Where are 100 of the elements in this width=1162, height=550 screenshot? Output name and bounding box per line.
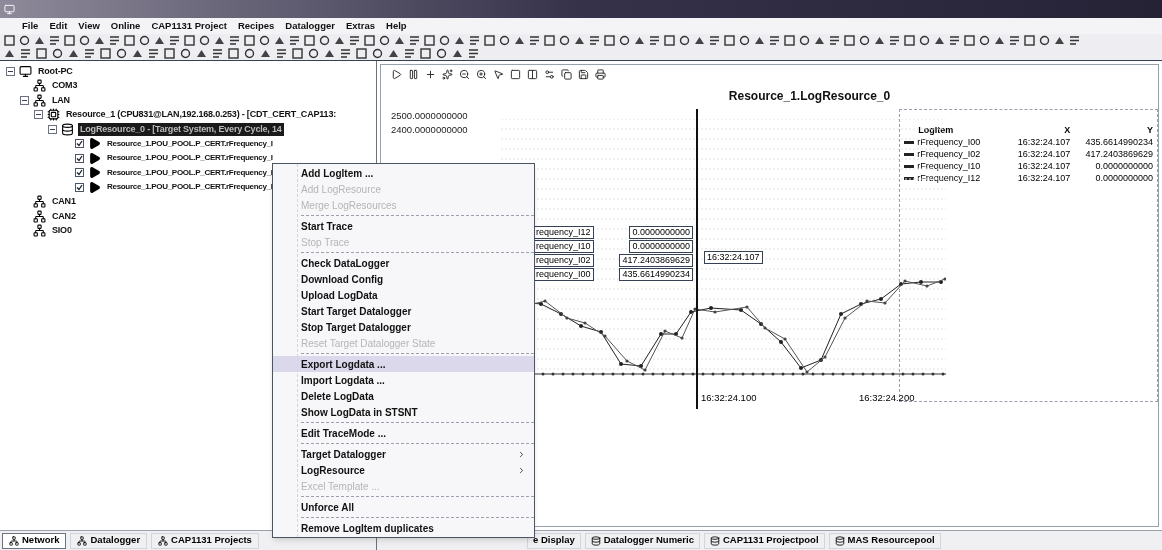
sparkle-icon[interactable] <box>442 68 453 80</box>
tool-icon[interactable] <box>589 35 600 46</box>
tool-icon[interactable] <box>409 35 420 46</box>
menu-bar-item[interactable]: Datalogger <box>285 18 335 34</box>
tool-icon[interactable] <box>164 48 175 59</box>
tree-item[interactable]: Resource_1.POU_POOL.P_CERT.rFrequency_I <box>105 181 275 194</box>
tool-icon[interactable] <box>468 48 479 59</box>
menu-item[interactable]: LogResource <box>273 462 534 478</box>
tool-icon[interactable] <box>664 35 675 46</box>
tool-icon[interactable] <box>372 48 383 59</box>
menu-bar-item[interactable]: File <box>22 18 39 34</box>
tool-icon[interactable] <box>319 35 330 46</box>
checkbox[interactable] <box>75 182 84 192</box>
menu-bar-item[interactable]: View <box>78 18 100 34</box>
collapse-toggle[interactable] <box>48 124 57 134</box>
collapse-toggle[interactable] <box>20 95 29 105</box>
tool-icon[interactable] <box>292 48 303 59</box>
tool-icon[interactable] <box>304 35 315 46</box>
checkbox[interactable] <box>75 168 84 178</box>
tool-icon[interactable] <box>229 35 240 46</box>
menu-item[interactable]: Import Logdata ... <box>273 372 534 388</box>
tool-icon[interactable] <box>212 48 223 59</box>
menu-bar-item[interactable]: Help <box>386 18 407 34</box>
tree-item[interactable]: COM3 <box>50 79 80 93</box>
panel-tab[interactable]: CAP1131 Projects <box>151 532 259 549</box>
tool-icon[interactable] <box>148 48 159 59</box>
tool-icon[interactable] <box>949 35 960 46</box>
tool-icon[interactable] <box>469 35 480 46</box>
tool-icon[interactable] <box>20 48 31 59</box>
tool-icon[interactable] <box>109 35 120 46</box>
tool-icon[interactable] <box>439 35 450 46</box>
tool-icon[interactable] <box>404 48 415 59</box>
tool-icon[interactable] <box>116 48 127 59</box>
tree-item[interactable]: Root-PC <box>36 64 75 78</box>
tree-item[interactable]: CAN2 <box>50 209 78 223</box>
tool-icon[interactable] <box>499 35 510 46</box>
collapse-toggle[interactable] <box>34 110 43 120</box>
tool-icon[interactable] <box>36 48 47 59</box>
menu-item[interactable]: Show LogData in STSNT <box>273 404 534 420</box>
menu-item[interactable]: Check DataLogger <box>273 255 534 271</box>
tool-icon[interactable] <box>289 35 300 46</box>
panel-tab[interactable]: Datalogger <box>70 532 148 549</box>
settings-icon[interactable] <box>544 68 555 80</box>
panel-tab[interactable]: Network <box>2 532 67 549</box>
menu-item[interactable]: Delete LogData <box>273 388 534 404</box>
pause-icon[interactable] <box>408 68 419 80</box>
tool-icon[interactable] <box>356 48 367 59</box>
tool-icon[interactable] <box>784 35 795 46</box>
menu-bar-item[interactable]: Online <box>110 18 141 34</box>
menu-item[interactable]: Download Config <box>273 271 534 287</box>
tool-icon[interactable] <box>84 48 95 59</box>
menu-item[interactable]: Unforce All <box>273 499 534 515</box>
menu-bar-item[interactable]: CAP1131 Project <box>151 18 227 34</box>
menu-bar-item[interactable]: Recipes <box>237 18 275 34</box>
tool-icon[interactable] <box>64 35 75 46</box>
tool-icon[interactable] <box>228 48 239 59</box>
menu-item[interactable]: Start Target Datalogger <box>273 303 534 319</box>
tool-icon[interactable] <box>19 35 30 46</box>
tool-icon[interactable] <box>1039 35 1050 46</box>
tool-icon[interactable] <box>308 48 319 59</box>
menu-item[interactable]: Target Datalogger <box>273 446 534 462</box>
tool-icon[interactable] <box>829 35 840 46</box>
tool-icon[interactable] <box>340 48 351 59</box>
tool-icon[interactable] <box>769 35 780 46</box>
tool-icon[interactable] <box>244 35 255 46</box>
tool-icon[interactable] <box>364 35 375 46</box>
tree-item[interactable]: Resource_1 (CPU831@LAN,192.168.0.253) - [CDT_CERT_CAP113: <box>64 108 338 122</box>
panel-tab[interactable]: Datalogger Numeric <box>584 532 700 549</box>
play-icon[interactable] <box>391 68 402 80</box>
cursor-split-icon[interactable] <box>527 68 538 80</box>
tool-icon[interactable] <box>679 35 690 46</box>
menu-item[interactable]: Upload LogData <box>273 287 534 303</box>
tool-icon[interactable] <box>799 35 810 46</box>
tool-icon[interactable] <box>244 48 255 59</box>
save-icon[interactable] <box>578 68 589 80</box>
menu-item[interactable]: Stop Target Datalogger <box>273 319 534 335</box>
tree-item[interactable]: LogResource_0 - [Target System, Every Cycle, 14 <box>78 122 284 136</box>
menu-item[interactable]: Edit TraceMode ... <box>273 425 534 441</box>
tool-icon[interactable] <box>436 48 447 59</box>
tree-item[interactable]: Resource_1.POU_POOL.P_CERT.rFrequency_I <box>105 137 275 150</box>
tool-icon[interactable] <box>420 48 431 59</box>
tool-icon[interactable] <box>379 35 390 46</box>
tool-icon[interactable] <box>739 35 750 46</box>
tree-item[interactable]: LAN <box>50 93 72 107</box>
zoom-out-icon[interactable] <box>459 68 470 80</box>
checkbox[interactable] <box>75 139 84 149</box>
tool-icon[interactable] <box>199 35 210 46</box>
plus-icon[interactable] <box>425 68 436 80</box>
tool-icon[interactable] <box>484 35 495 46</box>
zoom-in-icon[interactable] <box>476 68 487 80</box>
tool-icon[interactable] <box>889 35 900 46</box>
tree-item[interactable]: Resource_1.POU_POOL.P_CERT.rFrequency_I <box>105 166 275 179</box>
tree-item[interactable]: SIO0 <box>50 224 74 238</box>
tool-icon[interactable] <box>859 35 870 46</box>
menu-item[interactable]: Export Logdata ... <box>273 356 534 372</box>
tool-icon[interactable] <box>1024 35 1035 46</box>
tool-icon[interactable] <box>259 35 270 46</box>
tool-icon[interactable] <box>4 35 15 46</box>
tool-icon[interactable] <box>709 35 720 46</box>
tool-icon[interactable] <box>100 48 111 59</box>
